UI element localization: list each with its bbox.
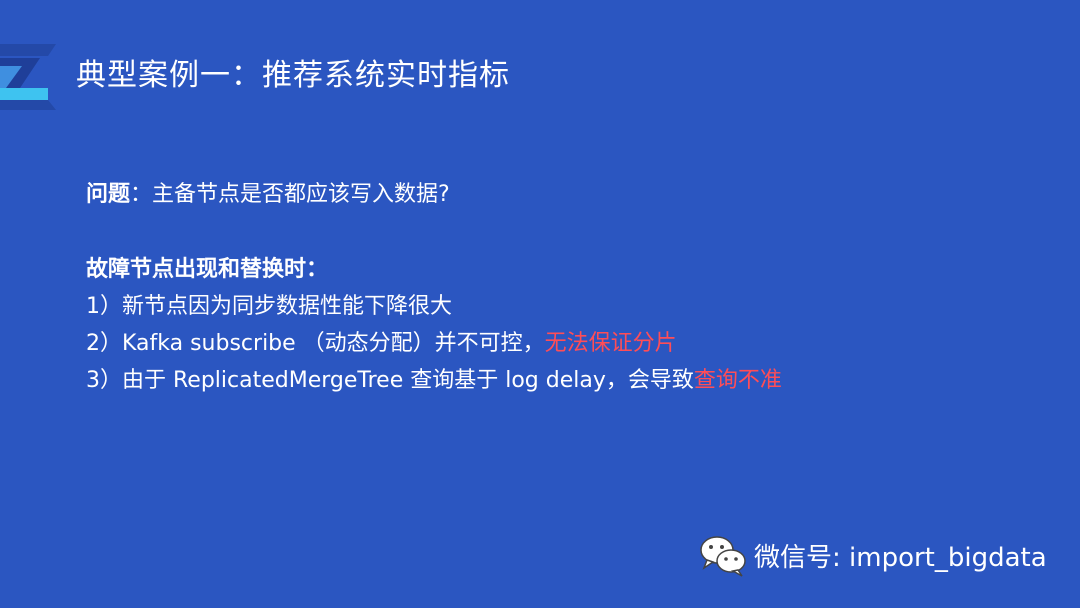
section-heading: 故障节点出现和替换时： bbox=[86, 257, 329, 282]
wechat-icon bbox=[700, 536, 746, 577]
wechat-id-text: 微信号: import_bigdata bbox=[754, 542, 1047, 573]
list-item-3: 3）由于 ReplicatedMergeTree 查询基于 log delay，… bbox=[86, 362, 782, 399]
list-item-text: 3）由于 ReplicatedMergeTree 查询基于 log delay，… bbox=[86, 368, 694, 393]
list-item-2: 2）Kafka subscribe （动态分配）并不可控，无法保证分片 bbox=[86, 325, 782, 362]
wechat-footer: 微信号: import_bigdata bbox=[698, 532, 1047, 578]
list-item-highlight: 无法保证分片 bbox=[544, 331, 677, 356]
list-item-1: 1）新节点因为同步数据性能下降很大 bbox=[86, 288, 782, 325]
question-text: ：主备节点是否都应该写入数据? bbox=[130, 182, 450, 207]
list-item-text: 1）新节点因为同步数据性能下降很大 bbox=[86, 294, 452, 319]
question-label: 问题 bbox=[86, 182, 131, 207]
list-item-text: 2）Kafka subscribe （动态分配）并不可控， bbox=[86, 331, 545, 356]
list-item-highlight: 查询不准 bbox=[693, 368, 782, 393]
corner-decoration-icon bbox=[0, 44, 56, 110]
slide: 典型案例一：推荐系统实时指标 问题：主备节点是否都应该写入数据? 故障节点出现和… bbox=[0, 0, 1080, 608]
question-line: 问题：主备节点是否都应该写入数据? bbox=[86, 176, 782, 213]
slide-title: 典型案例一：推荐系统实时指标 bbox=[76, 58, 510, 93]
slide-content: 问题：主备节点是否都应该写入数据? 故障节点出现和替换时： 1）新节点因为同步数… bbox=[86, 176, 782, 399]
